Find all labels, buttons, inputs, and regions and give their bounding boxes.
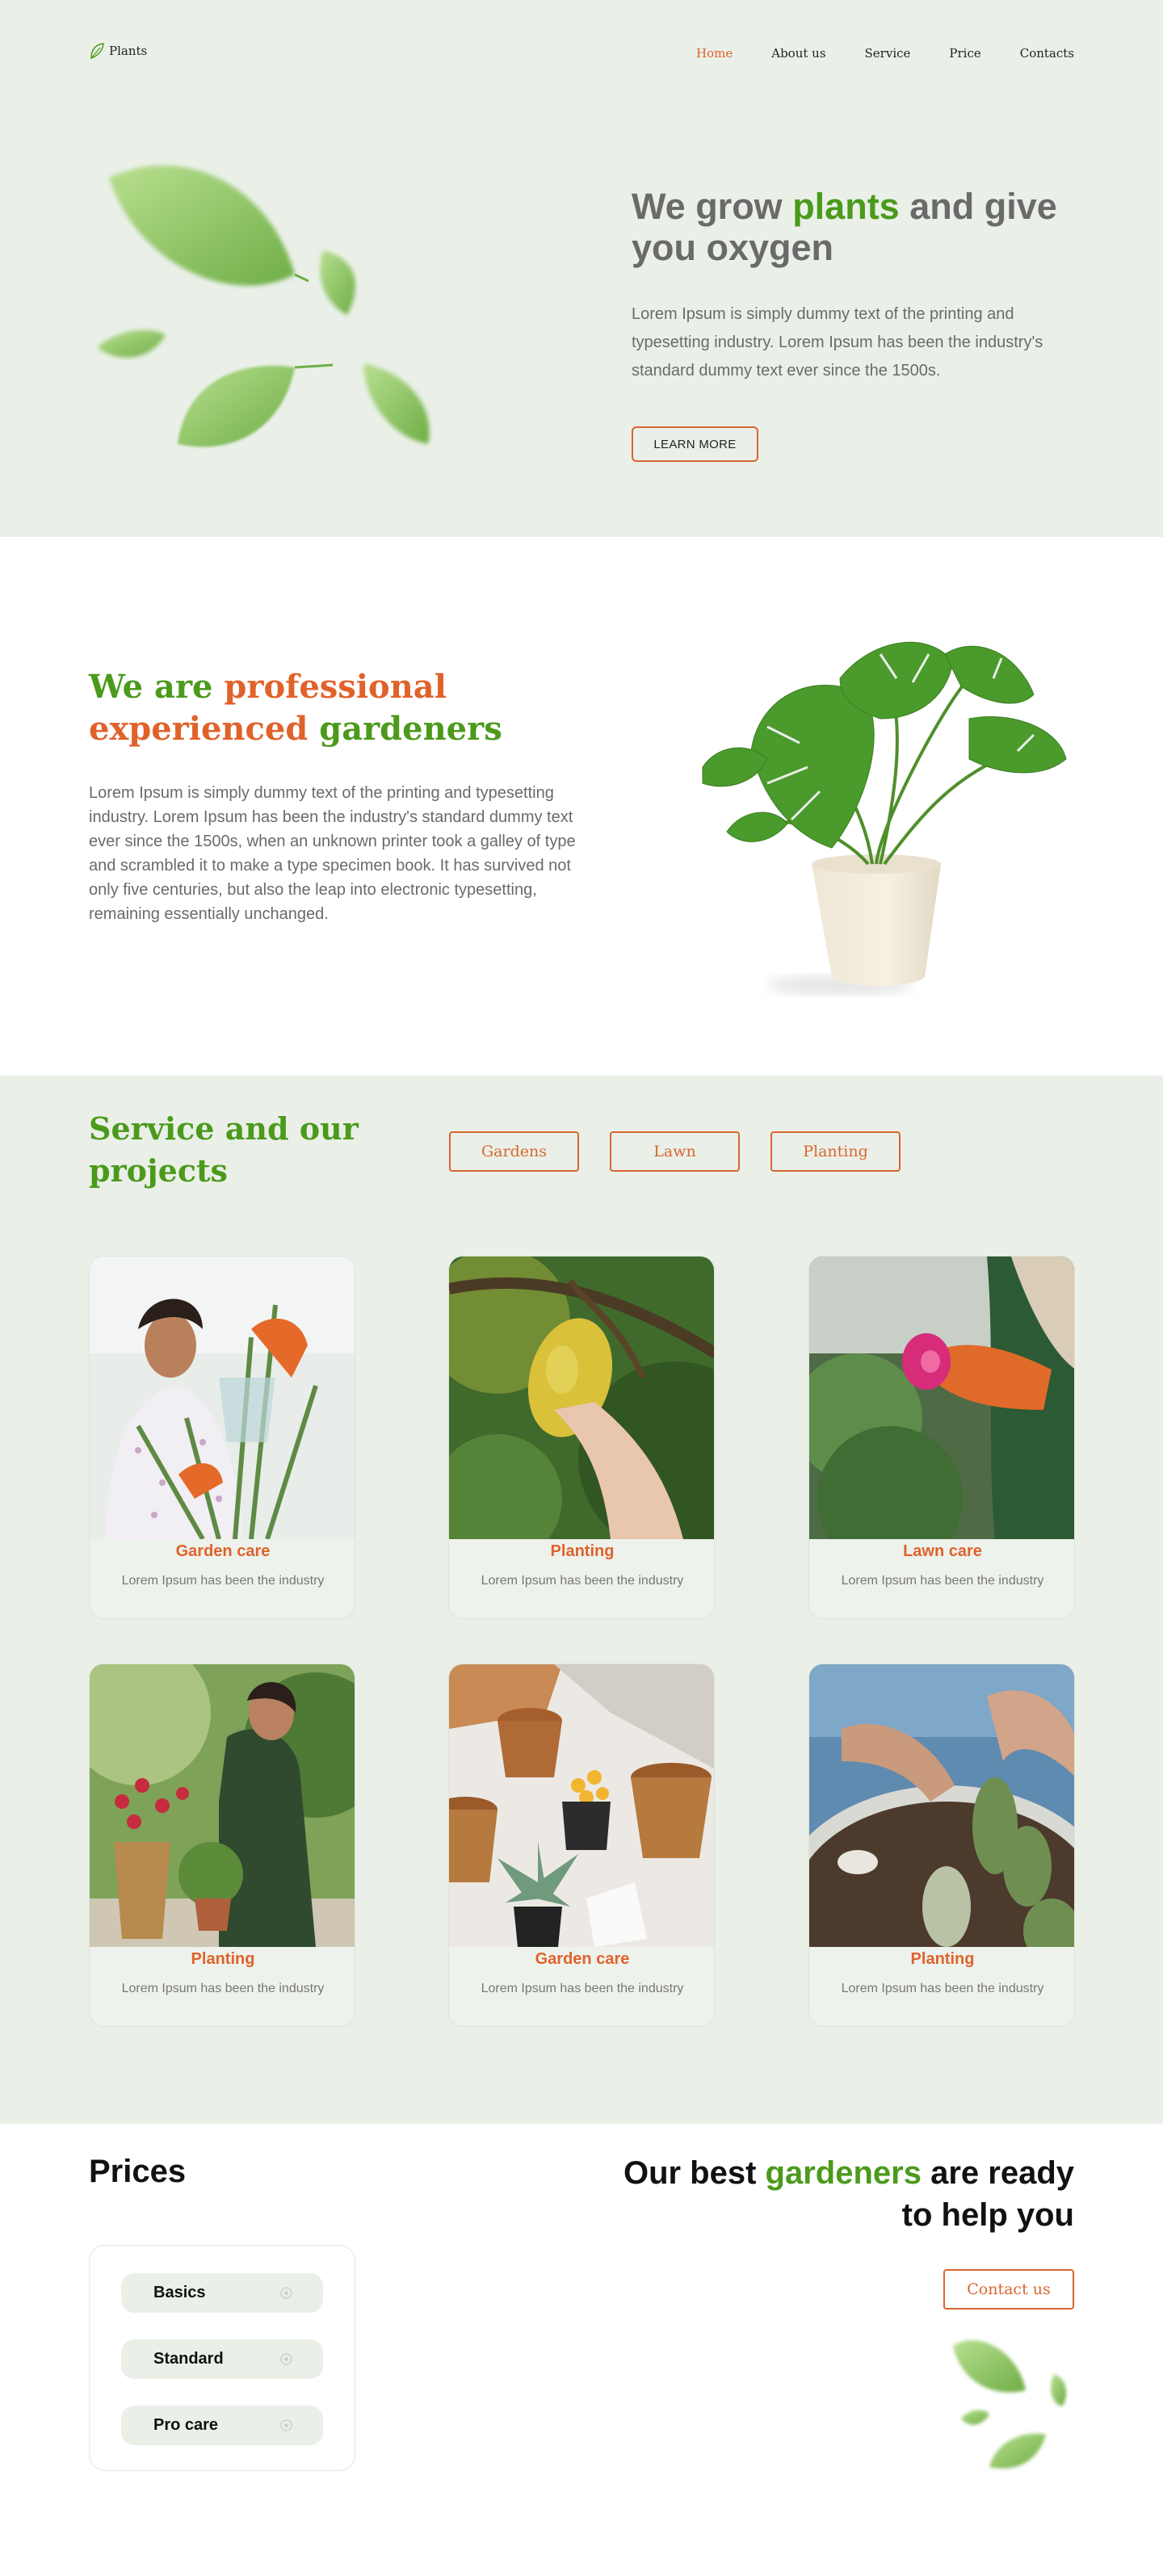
plan-label: Pro care [153, 2416, 219, 2434]
card-title: Lawn care [903, 1542, 982, 1560]
card-subtitle: Lorem Ipsum has been the industry [841, 1982, 1044, 1995]
card-photo [449, 1257, 714, 1539]
service-card[interactable]: Garden care Lorem Ipsum has been the ind… [89, 1256, 355, 1619]
plan-option-pro-care[interactable]: Pro care [121, 2406, 323, 2445]
service-card[interactable]: Planting Lorem Ipsum has been the indust… [808, 1663, 1075, 2027]
radio-dot-icon [280, 2419, 292, 2431]
monstera-plant-image [702, 641, 1067, 995]
card-title: Garden care [175, 1542, 271, 1560]
card-subtitle: Lorem Ipsum has been the industry [841, 1574, 1044, 1588]
card-photo [90, 1664, 355, 1947]
card-subtitle: Lorem Ipsum has been the industry [481, 1574, 684, 1588]
card-title: Planting [910, 1950, 975, 1968]
hero-title: We grow plants and give you oxygen [632, 186, 1057, 268]
plan-label: Standard [153, 2350, 224, 2368]
services-title: Service and our projects [89, 1110, 359, 1189]
contact-us-button[interactable]: Contact us [943, 2269, 1074, 2310]
floating-leaves-illustration [97, 166, 430, 447]
filter-lawn-button[interactable]: Lawn [610, 1131, 740, 1172]
nav-link-home[interactable]: Home [696, 46, 733, 61]
service-card[interactable]: Garden care Lorem Ipsum has been the ind… [448, 1663, 715, 2027]
plan-option-standard[interactable]: Standard [121, 2339, 323, 2379]
plan-option-basics[interactable]: Basics [121, 2273, 323, 2313]
hero-text: Lorem Ipsum is simply dummy text of the … [632, 305, 1043, 380]
prices-title: Prices [89, 2154, 187, 2189]
cta-title: Our best gardeners are ready to help you [623, 2155, 1074, 2233]
main-nav: Home About us Service Price Contacts [696, 46, 1074, 61]
price-plans-box: Basics Standard Pro care [89, 2245, 355, 2471]
nav-link-price[interactable]: Price [949, 46, 980, 61]
card-title: Planting [550, 1542, 615, 1560]
logo[interactable]: Plants [89, 42, 147, 60]
floating-leaves-small-illustration [953, 2340, 1067, 2469]
nav-link-service[interactable]: Service [865, 46, 911, 61]
service-card[interactable]: Lawn care Lorem Ipsum has been the indus… [808, 1256, 1075, 1619]
plan-label: Basics [153, 2284, 206, 2301]
filter-planting-button[interactable]: Planting [770, 1131, 901, 1172]
radio-dot-icon [280, 2353, 292, 2365]
card-title: Garden care [535, 1950, 630, 1968]
card-photo [90, 1257, 355, 1539]
about-text: Lorem Ipsum is simply dummy text of the … [89, 784, 576, 923]
learn-more-button[interactable]: LEARN MORE [632, 426, 758, 462]
card-subtitle: Lorem Ipsum has been the industry [121, 1982, 325, 1995]
about-title: We are professional experienced gardener… [89, 668, 502, 748]
card-photo [809, 1257, 1074, 1539]
nav-link-contacts[interactable]: Contacts [1020, 46, 1074, 61]
card-title: Planting [191, 1950, 255, 1968]
nav-link-about-us[interactable]: About us [771, 46, 825, 61]
leaf-logo-icon [90, 43, 104, 60]
card-photo [449, 1664, 714, 1947]
hero-section: Plants Home About us Service Price Conta… [0, 0, 1163, 537]
service-card[interactable]: Planting Lorem Ipsum has been the indust… [89, 1663, 355, 2027]
service-card[interactable]: Planting Lorem Ipsum has been the indust… [448, 1256, 715, 1619]
card-subtitle: Lorem Ipsum has been the industry [121, 1574, 325, 1588]
card-subtitle: Lorem Ipsum has been the industry [481, 1982, 684, 1995]
services-section: Service and our projects Gardens Lawn Pl… [0, 1076, 1163, 2124]
logo-text: Plants [109, 44, 148, 58]
card-photo [809, 1664, 1074, 1947]
radio-dot-icon [280, 2287, 292, 2299]
filter-gardens-button[interactable]: Gardens [449, 1131, 579, 1172]
